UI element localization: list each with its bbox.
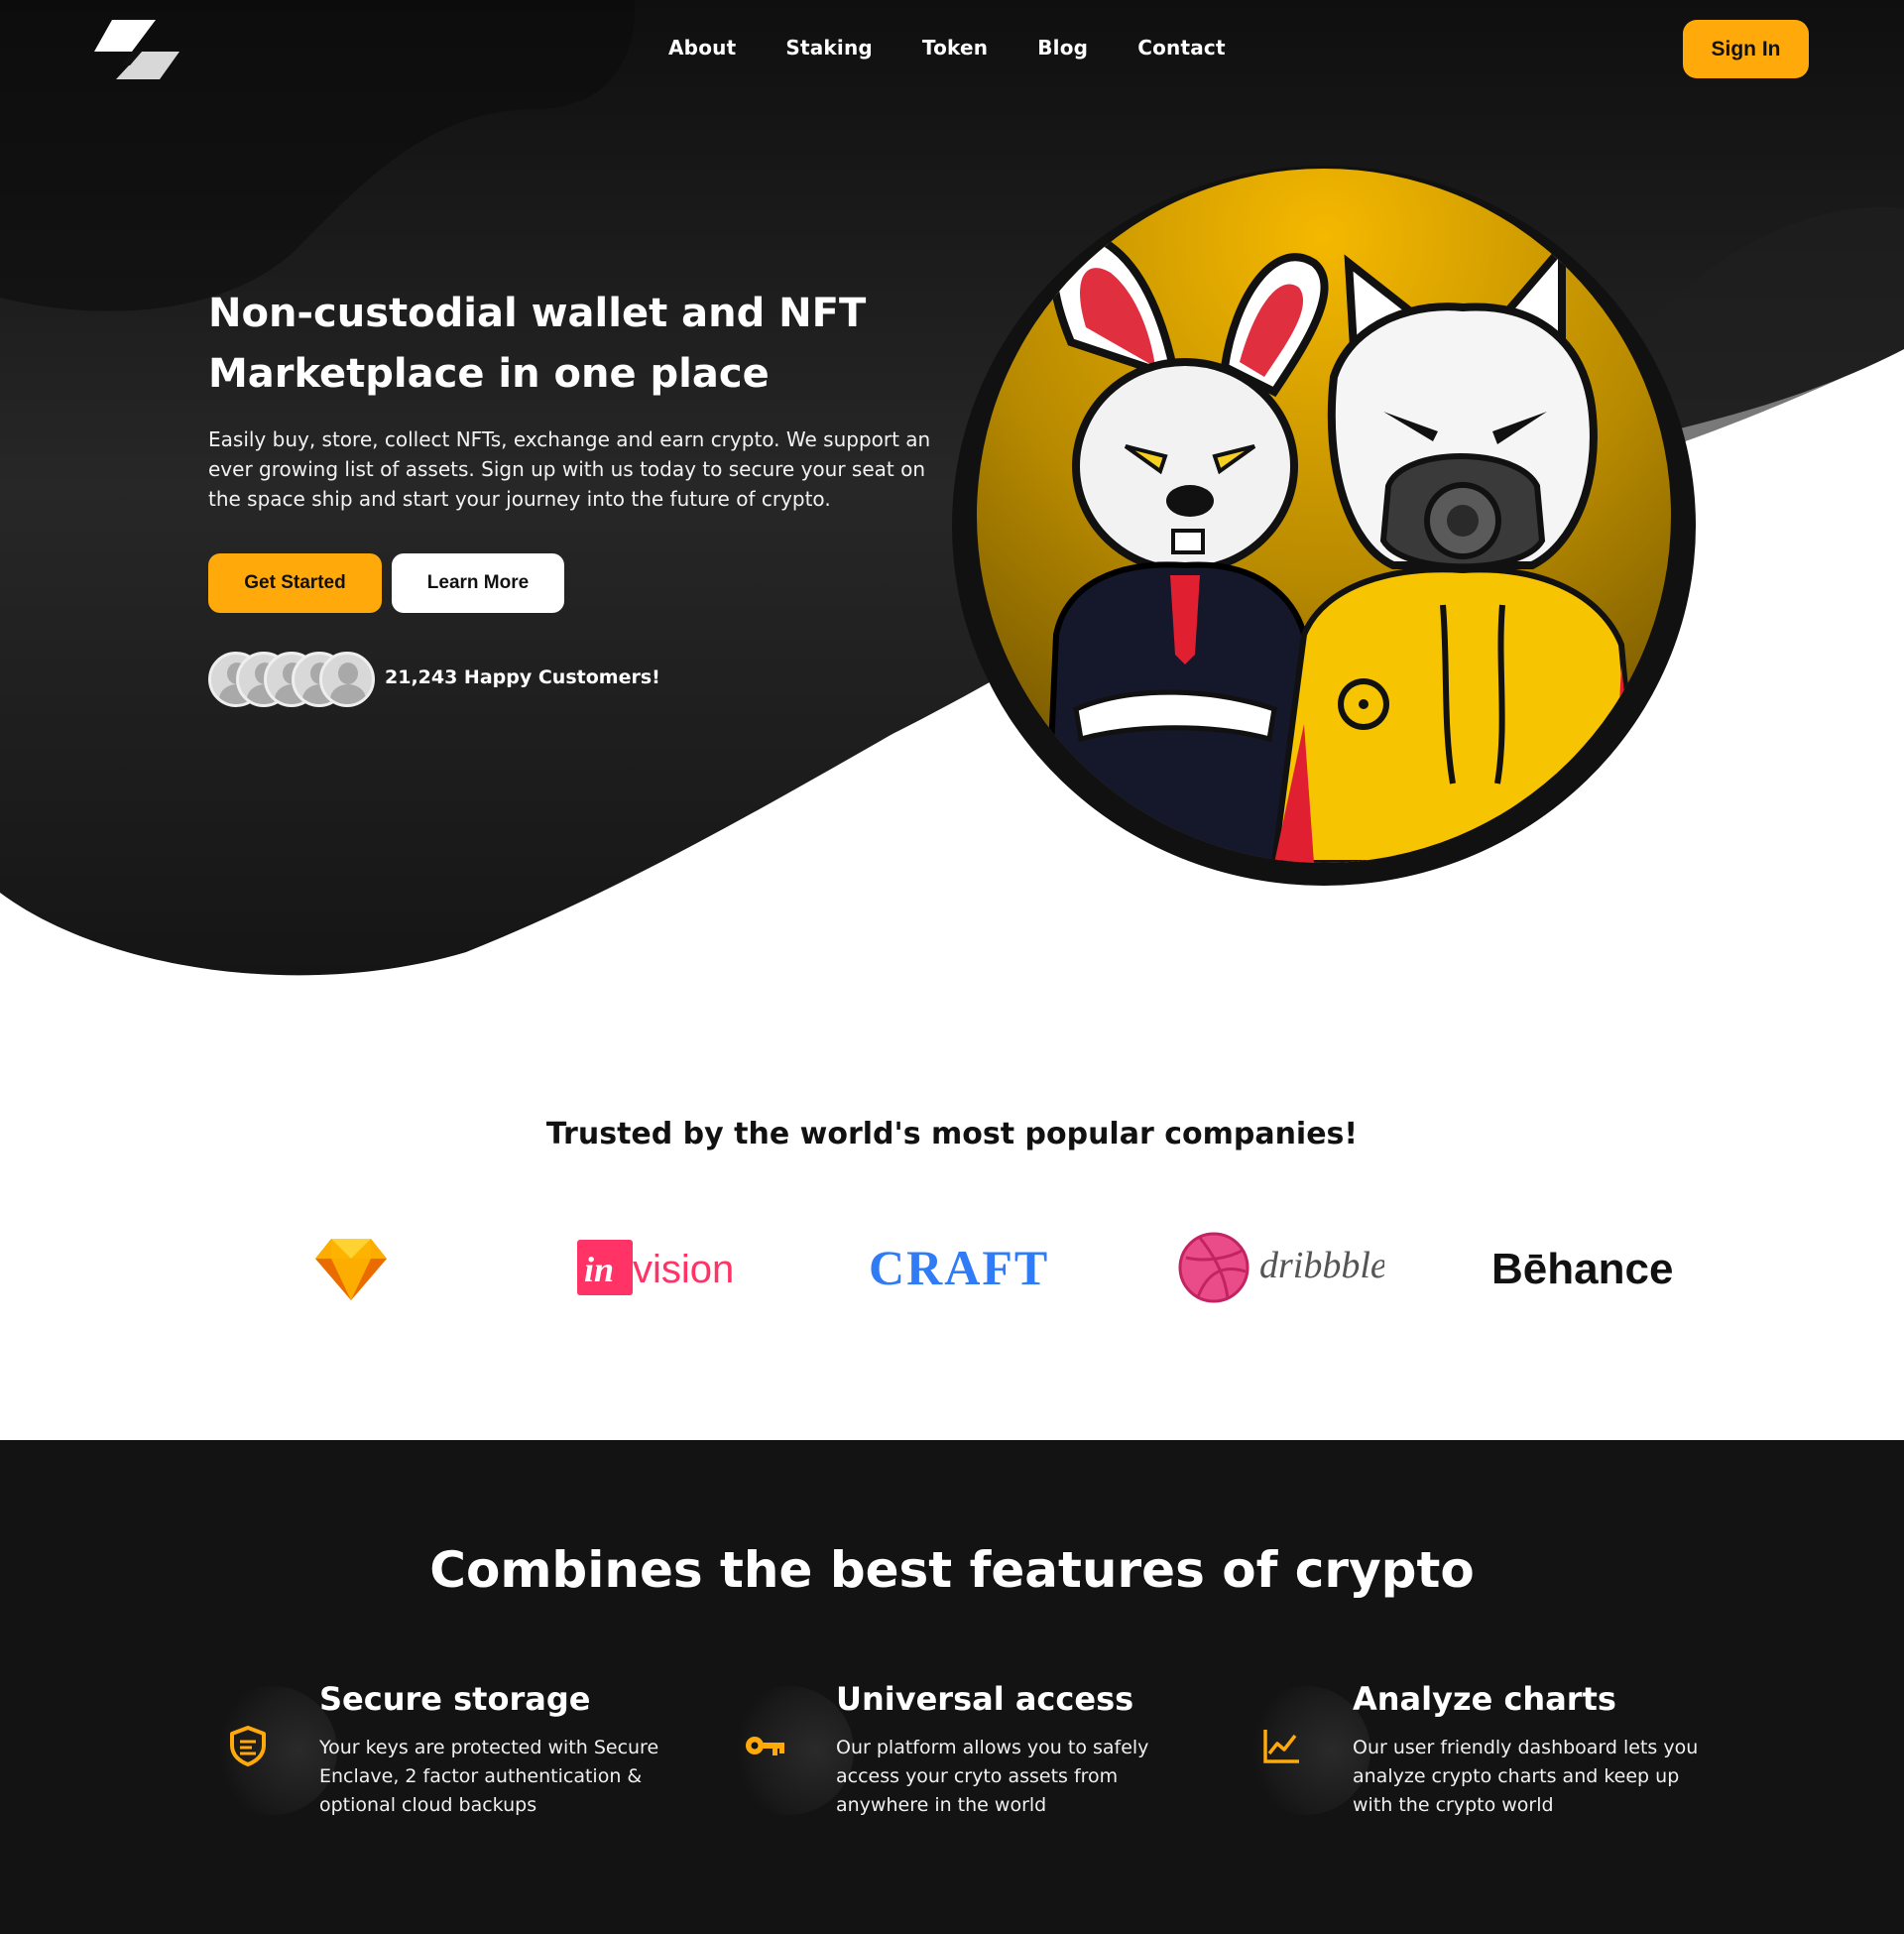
- features-title: Combines the best features of crypto: [429, 1541, 1475, 1599]
- nft-artwork-image: [977, 169, 1671, 863]
- happy-customers-count: 21,243 Happy Customers!: [385, 666, 660, 688]
- feature-title: Secure storage: [319, 1680, 591, 1718]
- feature-title: Universal access: [836, 1680, 1134, 1718]
- nav-about[interactable]: About: [668, 36, 736, 60]
- dribbble-wordmark: dribbble: [1178, 1232, 1384, 1303]
- nav-contact[interactable]: Contact: [1137, 36, 1226, 60]
- dribbble-logo: dribbble: [1176, 1228, 1384, 1307]
- svg-text:CRAFT: CRAFT: [869, 1240, 1049, 1295]
- logo-icon[interactable]: [94, 20, 179, 79]
- features-section: Combines the best features of crypto Sec…: [0, 1440, 1904, 1934]
- feature-text: Our user friendly dashboard lets you ana…: [1353, 1737, 1699, 1816]
- hero-description: Easily buy, store, collect NFTs, exchang…: [208, 427, 931, 511]
- hero-title: Non-custodial wallet and NFT Marketplace…: [208, 291, 867, 397]
- feature-universal-access: Universal access Our platform allows you…: [725, 1680, 1201, 1839]
- customer-avatars: [208, 652, 377, 707]
- feature-analyze-charts: Analyze charts Our user friendly dashboa…: [1242, 1680, 1718, 1839]
- nav-blog[interactable]: Blog: [1037, 36, 1088, 60]
- behance-logo: Bēhance: [1489, 1228, 1698, 1307]
- feature-secure-storage: Secure storage Your keys are protected w…: [208, 1680, 684, 1839]
- craft-logo: CRAFT: [869, 1228, 1077, 1307]
- avatar: [319, 652, 375, 707]
- svg-text:vision: vision: [633, 1248, 734, 1291]
- feature-text: Your keys are protected with Secure Encl…: [319, 1737, 659, 1816]
- main-nav: About Staking Token Blog Contact: [668, 36, 1226, 60]
- sketch-logo: [315, 1228, 387, 1307]
- hero-section: About Staking Token Blog Contact Sign In…: [0, 0, 1904, 992]
- chart-icon: [1263, 1730, 1299, 1763]
- invision-wordmark: in vision: [577, 1240, 734, 1295]
- invision-logo: in vision: [575, 1228, 754, 1307]
- key-icon: [746, 1737, 784, 1755]
- feature-text: Our platform allows you to safely access…: [836, 1737, 1149, 1816]
- learn-more-button[interactable]: Learn More: [392, 553, 564, 613]
- sign-in-button[interactable]: Sign In: [1683, 20, 1809, 78]
- shield-icon: [230, 1726, 266, 1766]
- nav-staking[interactable]: Staking: [785, 36, 873, 60]
- svg-text:in: in: [584, 1250, 614, 1289]
- svg-text:Bēhance: Bēhance: [1491, 1245, 1673, 1293]
- svg-text:dribbble: dribbble: [1259, 1245, 1384, 1286]
- feature-title: Analyze charts: [1353, 1680, 1616, 1718]
- nav-token[interactable]: Token: [922, 36, 988, 60]
- craft-wordmark: CRAFT: [869, 1240, 1049, 1295]
- trusted-title: Trusted by the world's most popular comp…: [545, 1117, 1359, 1151]
- sketch-icon: [315, 1239, 387, 1300]
- behance-wordmark: Bēhance: [1491, 1245, 1673, 1293]
- get-started-button[interactable]: Get Started: [208, 553, 382, 613]
